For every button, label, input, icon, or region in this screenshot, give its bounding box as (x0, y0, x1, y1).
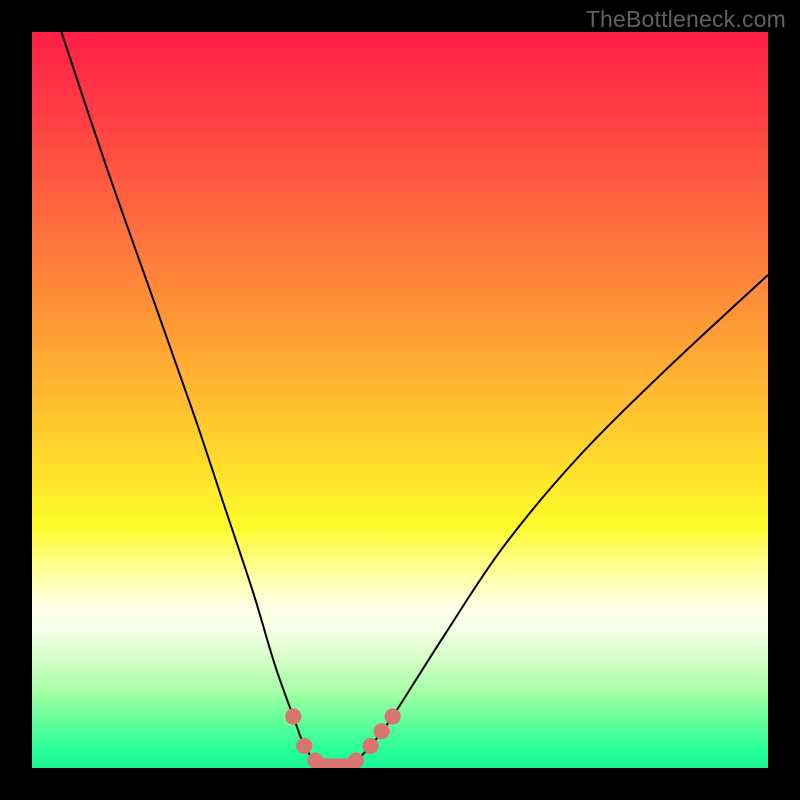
highlight-dot (374, 723, 390, 739)
watermark-text: TheBottleneck.com (586, 6, 786, 33)
highlight-dot (296, 738, 312, 754)
highlight-dot (385, 708, 401, 724)
highlight-dot (348, 753, 364, 768)
plot-area (32, 32, 768, 768)
highlight-dot (362, 738, 378, 754)
bottleneck-curve (61, 32, 768, 768)
chart-svg (32, 32, 768, 768)
chart-frame: TheBottleneck.com (0, 0, 800, 800)
highlight-dot (285, 708, 301, 724)
